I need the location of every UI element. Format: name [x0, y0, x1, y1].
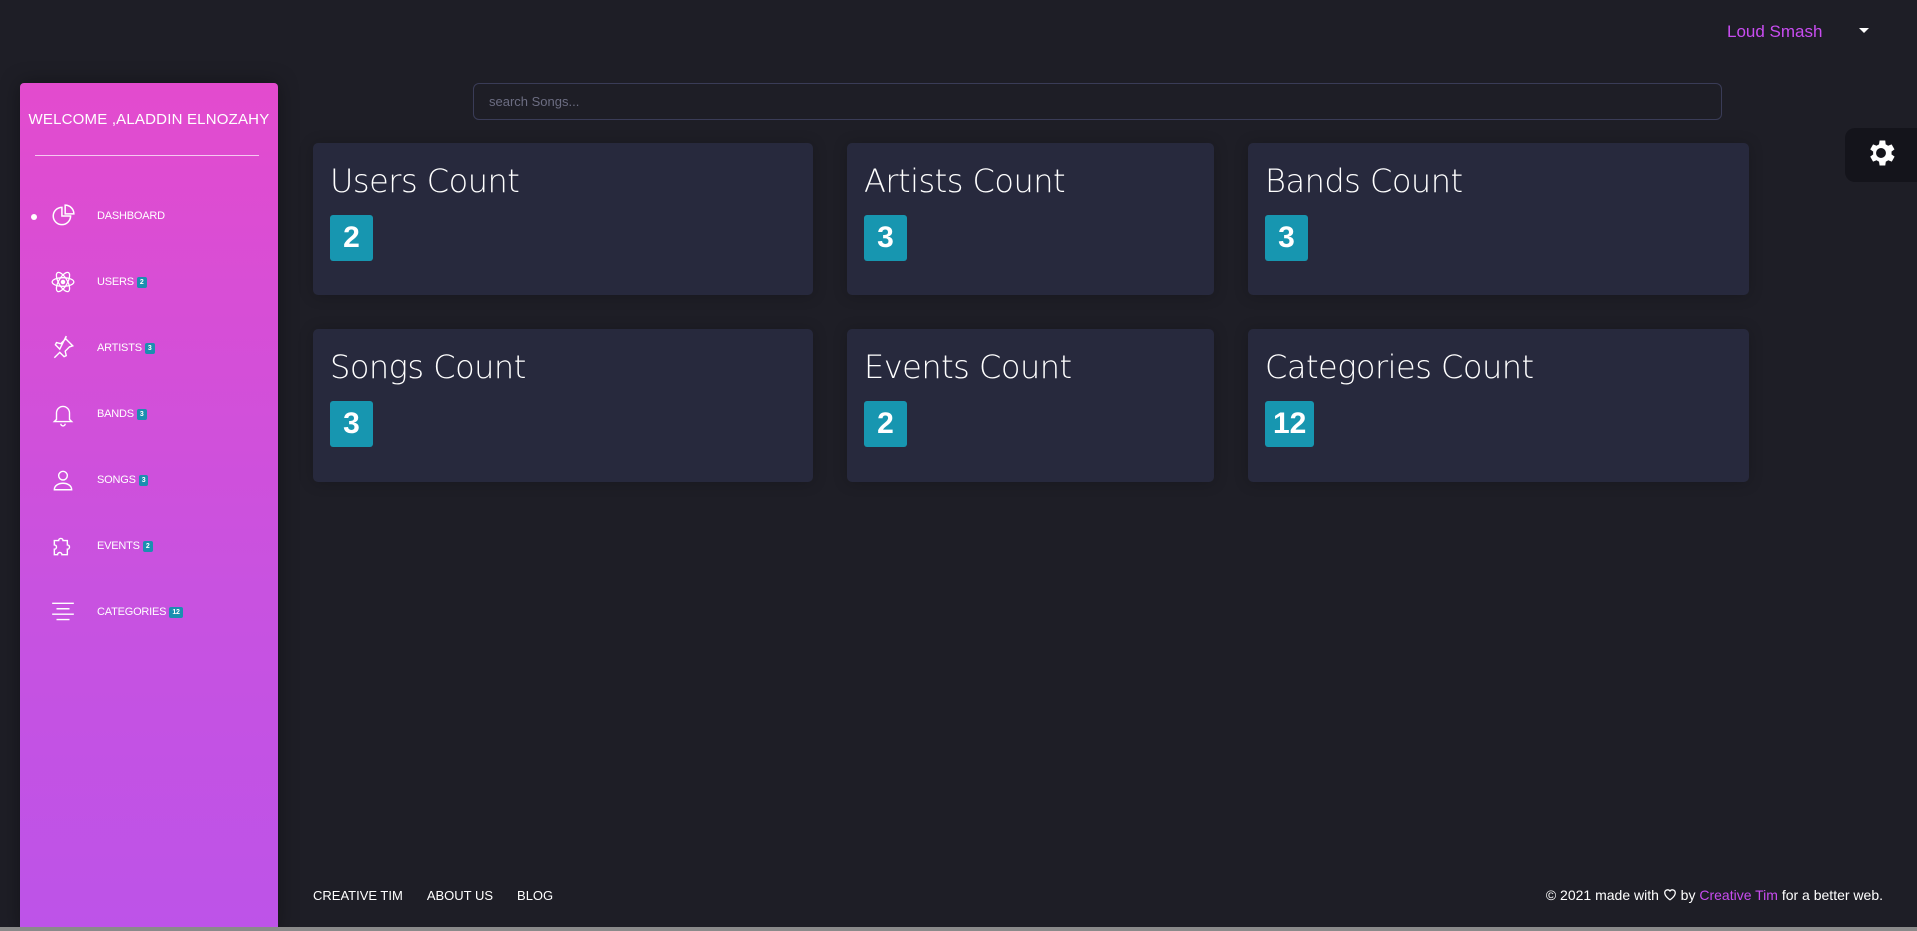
card-title: Bands Count	[1265, 162, 1463, 200]
count-badge: 2	[330, 215, 373, 261]
sidebar-item-label: DASHBOARD	[97, 210, 165, 222]
artists-count-card: Artists Count 3	[847, 143, 1214, 295]
copyright-suffix: for a better web.	[1781, 887, 1883, 903]
sidebar-item-bands[interactable]: BANDS 3	[20, 381, 278, 447]
card-title: Songs Count	[330, 348, 526, 386]
card-title: Artists Count	[864, 162, 1066, 200]
sidebar-item-label: CATEGORIES 12	[97, 606, 183, 618]
user-icon	[50, 467, 76, 493]
sidebar-welcome: WELCOME ,ALADDIN ELNOZAHY	[28, 111, 270, 128]
heart-icon	[1663, 888, 1677, 904]
events-count-card: Events Count 2	[847, 329, 1214, 482]
copyright-by: by	[1680, 887, 1696, 903]
puzzle-icon	[50, 533, 76, 559]
count-badge: 2	[136, 276, 147, 288]
sidebar-item-users[interactable]: USERS 2	[20, 249, 278, 315]
bell-icon	[50, 401, 76, 427]
sidebar-item-label: USERS 2	[97, 276, 147, 288]
search-input[interactable]	[473, 83, 1722, 120]
sidebar-item-events[interactable]: EVENTS 2	[20, 513, 278, 579]
footer-copyright: © 2021 made with by Creative Tim for a b…	[1546, 887, 1883, 904]
count-badge: 3	[864, 215, 907, 261]
footer-link-creative-tim[interactable]: CREATIVE TIM	[313, 888, 403, 903]
creative-tim-link[interactable]: Creative Tim	[1699, 887, 1778, 903]
users-count-card: Users Count 2	[313, 143, 813, 295]
gear-icon	[1864, 136, 1898, 175]
sidebar-divider	[35, 155, 259, 156]
songs-count-card: Songs Count 3	[313, 329, 813, 482]
settings-button[interactable]	[1845, 128, 1917, 182]
caret-down-icon[interactable]	[1859, 28, 1869, 33]
count-badge: 3	[1265, 215, 1308, 261]
active-indicator	[31, 214, 37, 220]
footer-link-blog[interactable]: BLOG	[517, 888, 553, 903]
chart-pie-icon	[50, 203, 76, 229]
user-menu-name[interactable]: Loud Smash	[1727, 22, 1822, 42]
sidebar-item-categories[interactable]: CATEGORIES 12	[20, 579, 278, 645]
count-badge: 3	[138, 474, 149, 486]
align-center-icon	[50, 599, 76, 625]
footer-link-about-us[interactable]: ABOUT US	[427, 888, 493, 903]
count-badge: 3	[330, 401, 373, 447]
sidebar-item-label: SONGS 3	[97, 474, 149, 486]
sidebar-item-label: ARTISTS 3	[97, 342, 155, 354]
sidebar-item-songs[interactable]: SONGS 3	[20, 447, 278, 513]
sidebar-item-dashboard[interactable]: DASHBOARD	[20, 183, 278, 249]
sidebar-item-label: BANDS 3	[97, 408, 147, 420]
atom-icon	[50, 269, 76, 295]
sidebar: WELCOME ,ALADDIN ELNOZAHY DASHBOARD USER…	[20, 83, 278, 931]
count-badge: 3	[136, 408, 147, 420]
sidebar-nav: DASHBOARD USERS 2 ARTISTS 3 BANDS 3 SONGS 3	[20, 183, 278, 645]
count-badge: 2	[142, 540, 153, 552]
bands-count-card: Bands Count 3	[1248, 143, 1749, 295]
footer-nav: CREATIVE TIM ABOUT US BLOG	[313, 888, 577, 903]
card-title: Events Count	[864, 348, 1072, 386]
horizontal-scrollbar[interactable]	[0, 927, 1917, 931]
sidebar-item-label: EVENTS 2	[97, 540, 153, 552]
count-badge: 12	[169, 606, 183, 618]
count-badge: 2	[864, 401, 907, 447]
copyright-prefix: © 2021 made with	[1545, 887, 1659, 903]
count-badge: 3	[144, 342, 155, 354]
card-title: Categories Count	[1265, 348, 1534, 386]
count-badge: 12	[1265, 401, 1315, 447]
sidebar-item-artists[interactable]: ARTISTS 3	[20, 315, 278, 381]
card-title: Users Count	[330, 162, 520, 200]
pin-icon	[50, 335, 76, 361]
categories-count-card: Categories Count 12	[1248, 329, 1749, 482]
